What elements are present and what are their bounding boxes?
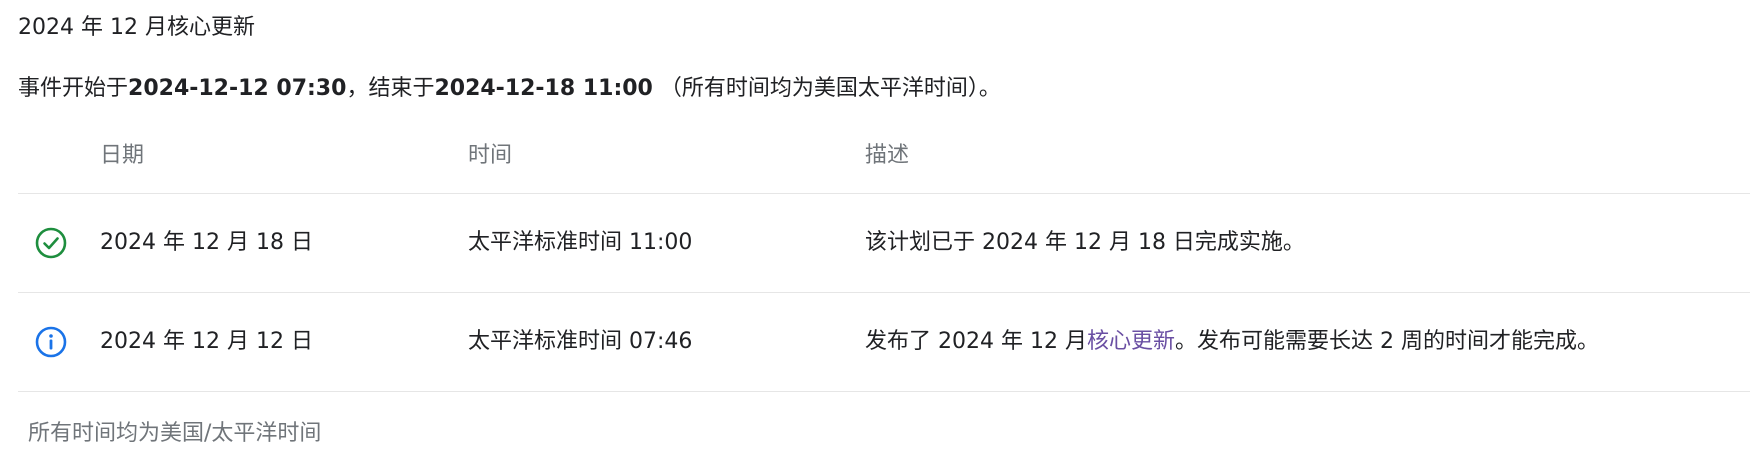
event-summary: 事件开始于2024-12-12 07:30，结束于2024-12-18 11:0…: [18, 73, 1001, 105]
summary-end-time: 2024-12-18 11:00: [434, 76, 653, 101]
row-date: 2024 年 12 月 18 日: [100, 230, 313, 255]
table-header: 日期 时间 描述: [18, 127, 1750, 194]
header-date: 日期: [100, 143, 145, 168]
summary-suffix: （所有时间均为美国太平洋时间）。: [652, 76, 1001, 101]
incident-table: 日期 时间 描述 2024 年 12 月 18 日 太平洋标准时间 11:00 …: [18, 127, 1750, 392]
page-title: 2024 年 12 月核心更新: [18, 15, 255, 40]
row-time: 太平洋标准时间 11:00: [468, 230, 693, 255]
row-description: 发布了 2024 年 12 月核心更新。发布可能需要长达 2 周的时间才能完成。: [865, 326, 1599, 358]
table-row: 2024 年 12 月 18 日 太平洋标准时间 11:00 该计划已于 202…: [18, 194, 1750, 293]
description-suffix: 。发布可能需要长达 2 周的时间才能完成。: [1174, 329, 1599, 354]
check-circle-icon: [34, 226, 68, 260]
row-date: 2024 年 12 月 12 日: [100, 329, 313, 354]
core-update-link[interactable]: 核心更新: [1087, 329, 1175, 354]
header-description: 描述: [865, 143, 910, 168]
row-time: 太平洋标准时间 07:46: [468, 329, 693, 354]
description-prefix: 发布了 2024 年 12 月: [865, 329, 1087, 354]
summary-middle: ，结束于: [346, 76, 435, 101]
info-icon: [34, 325, 68, 359]
header-time: 时间: [468, 143, 513, 168]
row-description: 该计划已于 2024 年 12 月 18 日完成实施。: [865, 230, 1305, 255]
summary-start-time: 2024-12-12 07:30: [128, 76, 347, 101]
table-row: 2024 年 12 月 12 日 太平洋标准时间 07:46 发布了 2024 …: [18, 293, 1750, 392]
timezone-note: 所有时间均为美国/太平洋时间: [28, 421, 322, 446]
summary-prefix: 事件开始于: [18, 76, 129, 101]
